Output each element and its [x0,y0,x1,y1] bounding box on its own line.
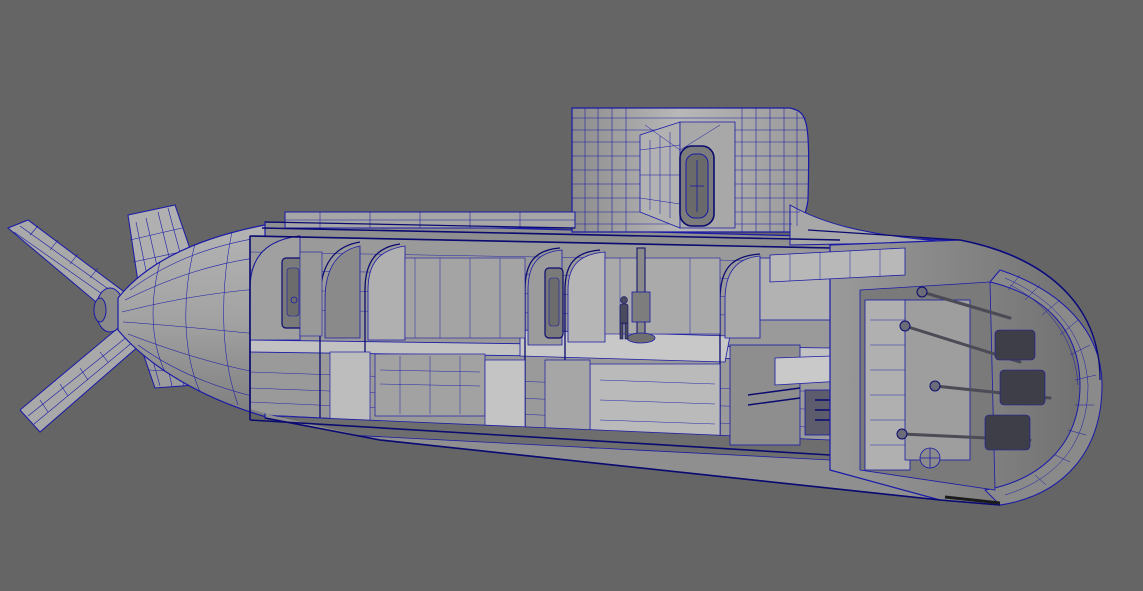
bulkhead-door[interactable] [544,267,564,339]
submarine-model[interactable] [0,0,1143,591]
valve-wheel[interactable] [919,447,941,469]
tower-hatch[interactable] [679,145,715,227]
conning-tower[interactable] [571,107,951,246]
3d-viewport[interactable] [0,0,1143,591]
cutaway-interior[interactable] [249,235,861,461]
